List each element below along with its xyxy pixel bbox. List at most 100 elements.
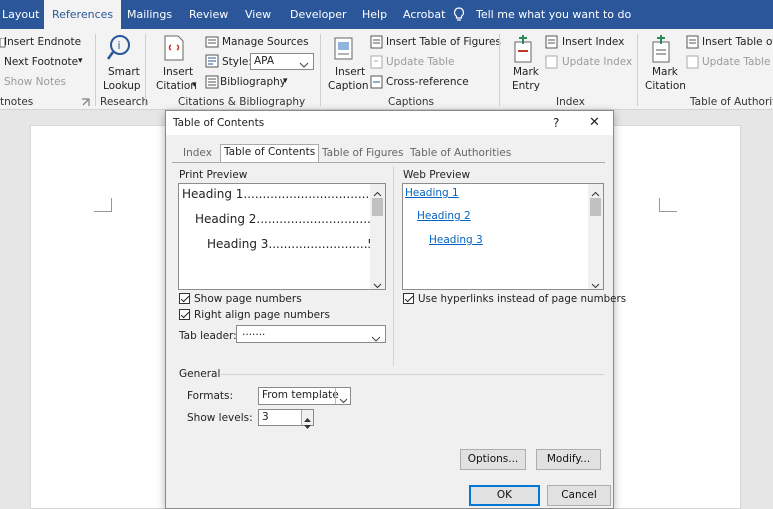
tab-mailings[interactable]: Mailings xyxy=(127,0,172,29)
formats-select[interactable]: From template xyxy=(258,387,351,405)
web-heading-3-link[interactable]: Heading 3 xyxy=(429,234,483,246)
modify-button[interactable]: Modify... xyxy=(536,449,601,470)
update-table-authorities-icon xyxy=(686,55,699,72)
show-levels-stepper[interactable]: 3 xyxy=(258,409,314,429)
bibliography-button[interactable]: Bibliography xyxy=(220,76,286,88)
margin-marker xyxy=(94,198,112,212)
stepper-buttons[interactable] xyxy=(301,410,313,429)
use-hyperlinks-checkbox[interactable] xyxy=(403,293,414,304)
update-table-authorities-button[interactable]: Update Table xyxy=(702,56,771,68)
chevron-down-icon xyxy=(299,58,309,71)
chevron-down-icon[interactable] xyxy=(373,279,382,292)
web-heading-1-link[interactable]: Heading 1 xyxy=(405,187,459,199)
show-page-numbers-label: Show page numbers xyxy=(194,293,302,305)
tab-table-of-contents[interactable]: Table of Contents xyxy=(220,144,320,163)
tab-leader-label: Tab leader: xyxy=(179,330,237,342)
insert-citation-label-2[interactable]: Citation xyxy=(156,80,197,92)
mark-entry-icon xyxy=(512,34,534,67)
show-notes-button[interactable]: Show Notes xyxy=(4,76,66,88)
right-align-label: Right align page numbers xyxy=(194,309,330,321)
update-table-button[interactable]: Update Table xyxy=(386,56,455,68)
smart-lookup-icon: i xyxy=(106,34,132,65)
insert-caption-icon xyxy=(333,36,355,65)
insert-citation-icon xyxy=(162,34,186,65)
group-label-authorities: Table of Authoritie xyxy=(690,96,773,108)
show-page-numbers-checkbox[interactable] xyxy=(179,293,190,304)
update-index-button[interactable]: Update Index xyxy=(562,56,632,68)
web-preview-box: Heading 1 Heading 2 Heading 3 xyxy=(402,183,604,290)
ribbon-tab-bar: Layout References Mailings Review View D… xyxy=(0,0,773,29)
tab-index[interactable]: Index xyxy=(183,146,212,162)
tab-table-of-figures[interactable]: Table of Figures xyxy=(322,146,403,162)
insert-caption-label-1[interactable]: Insert xyxy=(335,66,365,78)
use-hyperlinks-label: Use hyperlinks instead of page numbers xyxy=(418,293,627,305)
preview-heading-3: Heading 3..........................5 xyxy=(207,237,376,251)
ok-button[interactable]: OK xyxy=(469,485,540,506)
style-select[interactable]: APA xyxy=(250,53,314,70)
cancel-button[interactable]: Cancel xyxy=(547,485,611,506)
style-label: Style: xyxy=(222,56,252,68)
smart-lookup-label-1[interactable]: Smart xyxy=(108,66,140,78)
help-button[interactable]: ? xyxy=(553,116,559,130)
scroll-thumb[interactable] xyxy=(372,198,383,216)
style-select-value: APA xyxy=(254,55,275,67)
dialog-launcher-icon[interactable] xyxy=(81,97,90,110)
tab-divider xyxy=(172,162,605,163)
general-label: General xyxy=(179,368,221,380)
insert-citation-label-1[interactable]: Insert xyxy=(163,66,193,78)
stepper-down-icon[interactable] xyxy=(304,419,311,432)
dialog-titlebar[interactable]: Table of Contents ? ✕ xyxy=(166,111,613,135)
chevron-down-icon[interactable]: ▾ xyxy=(192,80,197,90)
formats-label: Formats: xyxy=(187,390,234,402)
web-preview-scrollbar[interactable] xyxy=(588,184,603,289)
mark-citation-label-1[interactable]: Mark xyxy=(652,66,678,78)
chevron-down-icon xyxy=(339,394,348,407)
manage-sources-button[interactable]: Manage Sources xyxy=(222,36,309,48)
tab-acrobat[interactable]: Acrobat xyxy=(403,0,445,29)
mark-entry-label-2[interactable]: Entry xyxy=(512,80,540,92)
smart-lookup-label-2[interactable]: Lookup xyxy=(103,80,141,92)
tab-layout[interactable]: Layout xyxy=(2,0,39,29)
insert-table-authorities-button[interactable]: Insert Table of A xyxy=(702,36,773,48)
group-label-citations: Citations & Bibliography xyxy=(178,96,306,108)
tab-leader-select[interactable]: ....... xyxy=(236,325,386,343)
tab-references[interactable]: References xyxy=(44,0,122,29)
insert-index-icon xyxy=(545,35,558,52)
chevron-down-icon[interactable]: ▾ xyxy=(283,76,288,86)
options-button[interactable]: Options... xyxy=(460,449,526,470)
print-preview-label: Print Preview xyxy=(179,169,248,181)
mark-entry-label-1[interactable]: Mark xyxy=(513,66,539,78)
formats-value: From template xyxy=(262,389,339,401)
group-label-captions: Captions xyxy=(388,96,435,108)
chevron-down-icon[interactable] xyxy=(591,279,600,292)
style-icon xyxy=(205,54,219,71)
cross-reference-button[interactable]: Cross-reference xyxy=(386,76,469,88)
tab-help[interactable]: Help xyxy=(362,0,387,29)
tab-developer[interactable]: Developer xyxy=(290,0,347,29)
chevron-down-icon[interactable]: ▾ xyxy=(78,56,83,66)
tab-table-of-authorities[interactable]: Table of Authorities xyxy=(410,146,511,162)
tell-me-search[interactable]: Tell me what you want to do xyxy=(476,0,631,29)
scroll-thumb[interactable] xyxy=(590,198,601,216)
insert-table-figures-button[interactable]: Insert Table of Figures xyxy=(386,36,501,48)
group-separator xyxy=(145,34,146,106)
vertical-divider xyxy=(393,166,394,366)
tab-review[interactable]: Review xyxy=(189,0,228,29)
print-preview-box: Heading 1...............................… xyxy=(178,183,386,290)
web-preview-label: Web Preview xyxy=(403,169,471,181)
insert-endnote-button[interactable]: Insert Endnote xyxy=(4,36,81,48)
close-button[interactable]: ✕ xyxy=(589,115,600,130)
lightbulb-icon xyxy=(453,7,465,25)
insert-caption-label-2[interactable]: Caption xyxy=(328,80,369,92)
insert-index-button[interactable]: Insert Index xyxy=(562,36,624,48)
cross-reference-icon xyxy=(370,75,383,92)
tab-view[interactable]: View xyxy=(245,0,271,29)
group-separator xyxy=(320,34,321,106)
print-preview-scrollbar[interactable] xyxy=(370,184,385,289)
mark-citation-label-2[interactable]: Citation xyxy=(645,80,686,92)
general-divider xyxy=(221,374,604,375)
next-footnote-button[interactable]: Next Footnote xyxy=(4,56,78,68)
web-heading-2-link[interactable]: Heading 2 xyxy=(417,210,471,222)
group-label-footnotes: tnotes xyxy=(0,96,34,108)
right-align-checkbox[interactable] xyxy=(179,309,190,320)
